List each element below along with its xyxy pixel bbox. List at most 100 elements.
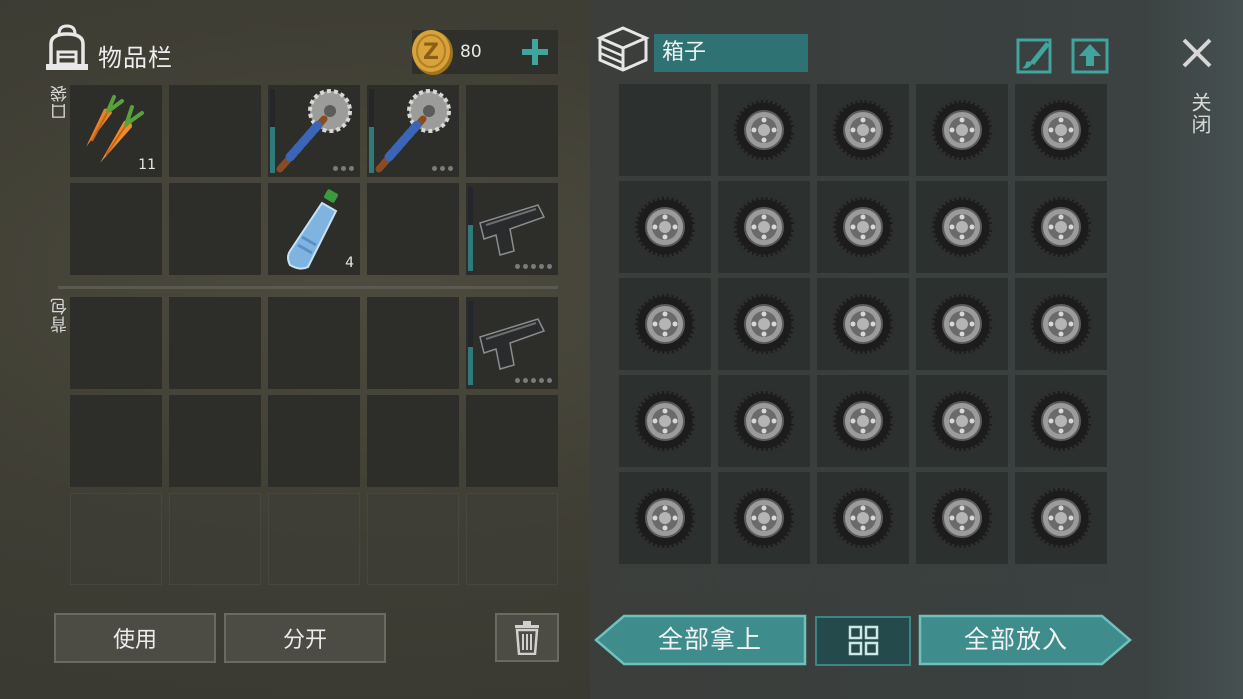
- inventory-slot[interactable]: [367, 297, 459, 389]
- tire-icon: [929, 194, 995, 260]
- inventory-slot[interactable]: [169, 297, 261, 389]
- use-button[interactable]: 使用: [54, 613, 216, 663]
- tire-icon: [830, 388, 896, 454]
- sort-button[interactable]: [815, 616, 911, 666]
- container-slot[interactable]: [619, 375, 711, 467]
- paint-brush-icon[interactable]: [1016, 36, 1054, 74]
- box-icon: [596, 26, 650, 72]
- tire-icon: [731, 97, 797, 163]
- container-slot-partial[interactable]: [916, 569, 1008, 585]
- inventory-slot[interactable]: [169, 395, 261, 487]
- tire-icon: [830, 194, 896, 260]
- plus-icon[interactable]: [516, 34, 554, 70]
- put-all-button[interactable]: 全部放入: [918, 614, 1132, 666]
- container-name-field[interactable]: 箱子: [654, 34, 808, 72]
- inventory-slot[interactable]: [367, 395, 459, 487]
- container-slot[interactable]: [916, 472, 1008, 564]
- item-level-dots: [515, 264, 552, 269]
- upload-icon[interactable]: [1071, 36, 1109, 74]
- inventory-slot[interactable]: [268, 297, 360, 389]
- container-slot[interactable]: [916, 84, 1008, 176]
- inventory-slot[interactable]: [70, 297, 162, 389]
- coin-icon: Z: [412, 30, 453, 75]
- container-slot[interactable]: [619, 181, 711, 273]
- take-all-label: 全部拿上: [657, 625, 762, 654]
- container-slot[interactable]: [619, 84, 711, 176]
- tire-icon: [731, 485, 797, 551]
- tire-icon: [731, 388, 797, 454]
- svg-text:Z: Z: [423, 40, 439, 65]
- close-label[interactable]: 关闭: [1186, 92, 1215, 136]
- container-slot[interactable]: [1015, 375, 1107, 467]
- tire-icon: [1028, 388, 1094, 454]
- inventory-slot[interactable]: [268, 85, 360, 177]
- container-slot[interactable]: [718, 181, 810, 273]
- inventory-slot[interactable]: 11: [70, 85, 162, 177]
- inventory-slot[interactable]: [466, 183, 558, 275]
- saw-mace-icon: [276, 89, 352, 173]
- container-slot[interactable]: [1015, 84, 1107, 176]
- inventory-slot[interactable]: [367, 183, 459, 275]
- trash-button[interactable]: [495, 613, 559, 662]
- container-slot[interactable]: [817, 181, 909, 273]
- tire-icon: [1028, 485, 1094, 551]
- container-slot-partial[interactable]: [619, 569, 711, 585]
- close-icon[interactable]: [1178, 34, 1216, 72]
- inventory-slot[interactable]: 4: [268, 183, 360, 275]
- item-level-dots: [515, 378, 552, 383]
- inventory-slot[interactable]: [268, 395, 360, 487]
- container-slot[interactable]: [718, 278, 810, 370]
- tire-icon: [1028, 291, 1094, 357]
- tire-icon: [830, 97, 896, 163]
- inventory-slot[interactable]: [367, 85, 459, 177]
- tire-icon: [929, 388, 995, 454]
- container-slot-partial[interactable]: [1015, 569, 1107, 585]
- container-slot[interactable]: [817, 278, 909, 370]
- container-slot[interactable]: [817, 375, 909, 467]
- container-slot[interactable]: [1015, 181, 1107, 273]
- container-slot[interactable]: [718, 375, 810, 467]
- tire-icon: [731, 291, 797, 357]
- inventory-slot[interactable]: [169, 85, 261, 177]
- grid-icon: [848, 625, 879, 656]
- locked-slot: [466, 493, 558, 585]
- tire-icon: [929, 291, 995, 357]
- put-all-label: 全部放入: [963, 625, 1068, 654]
- split-button[interactable]: 分开: [224, 613, 386, 663]
- container-slot[interactable]: [817, 472, 909, 564]
- inventory-slot[interactable]: [466, 395, 558, 487]
- trash-icon: [515, 620, 539, 655]
- tire-icon: [1028, 97, 1094, 163]
- inventory-slot[interactable]: [466, 85, 558, 177]
- container-slot[interactable]: [916, 181, 1008, 273]
- tire-icon: [830, 291, 896, 357]
- inventory-title: 物品栏: [98, 44, 173, 72]
- container-slot[interactable]: [619, 472, 711, 564]
- container-slot[interactable]: [817, 84, 909, 176]
- tire-icon: [929, 485, 995, 551]
- container-slot[interactable]: [916, 375, 1008, 467]
- locked-slot: [367, 493, 459, 585]
- container-slot[interactable]: [1015, 278, 1107, 370]
- inventory-slot[interactable]: [70, 183, 162, 275]
- container-slot[interactable]: [1015, 472, 1107, 564]
- backpack-icon: [46, 24, 88, 70]
- inventory-slot[interactable]: [466, 297, 558, 389]
- take-all-button[interactable]: 全部拿上: [594, 614, 808, 666]
- inventory-slot[interactable]: [169, 183, 261, 275]
- container-slot-partial[interactable]: [718, 569, 810, 585]
- coin-value: 80: [460, 42, 482, 62]
- pistol-icon: [479, 204, 546, 256]
- container-slot[interactable]: [718, 84, 810, 176]
- container-slot-partial[interactable]: [817, 569, 909, 585]
- tire-icon: [929, 97, 995, 163]
- container-slot[interactable]: [718, 472, 810, 564]
- item-level-dots: [333, 166, 354, 171]
- container-slot[interactable]: [916, 278, 1008, 370]
- inventory-slot[interactable]: [70, 395, 162, 487]
- container-slot[interactable]: [619, 278, 711, 370]
- locked-slot: [70, 493, 162, 585]
- tire-icon: [632, 388, 698, 454]
- tire-icon: [632, 485, 698, 551]
- tire-icon: [632, 291, 698, 357]
